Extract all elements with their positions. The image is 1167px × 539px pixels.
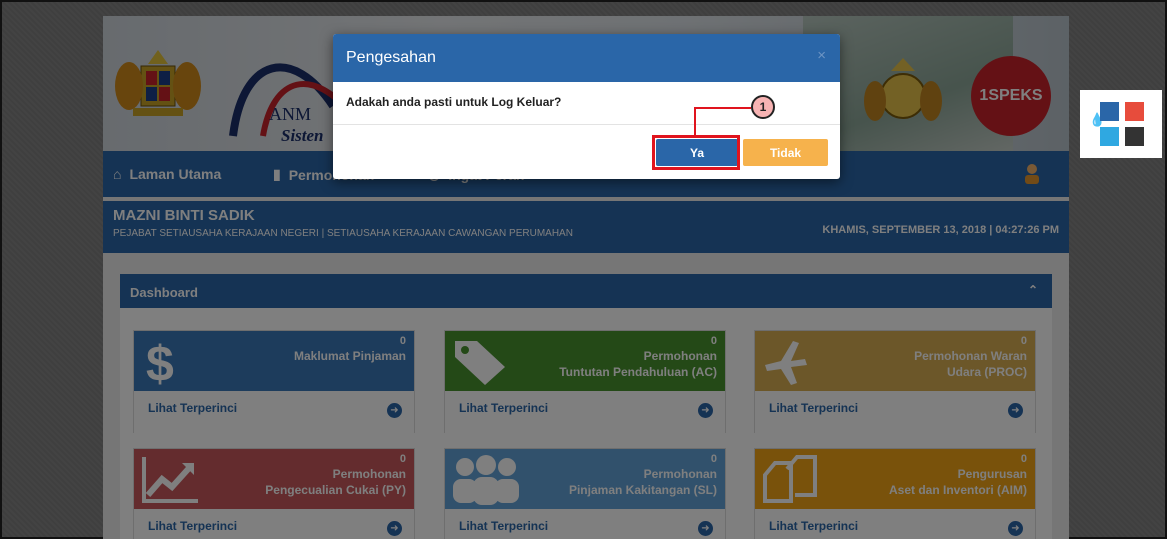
dialog-title: Pengesahan [346,49,436,66]
color-palette-panel: 💧 [1080,90,1162,158]
callout-line [694,107,751,109]
close-icon[interactable]: × [817,47,826,64]
dialog-divider [333,124,840,125]
color-swatch-red[interactable] [1125,102,1144,121]
color-swatch-lightblue[interactable] [1100,127,1119,146]
color-swatch-blue[interactable] [1100,102,1119,121]
highlight-box [652,135,740,170]
callout-line [694,107,696,135]
dialog-message: Adakah anda pasti untuk Log Keluar? [346,95,562,109]
cancel-button[interactable]: Tidak [743,139,828,166]
step-callout-badge: 1 [751,95,775,119]
color-swatch-dark[interactable] [1125,127,1144,146]
dialog-header: Pengesahan × [333,34,840,82]
